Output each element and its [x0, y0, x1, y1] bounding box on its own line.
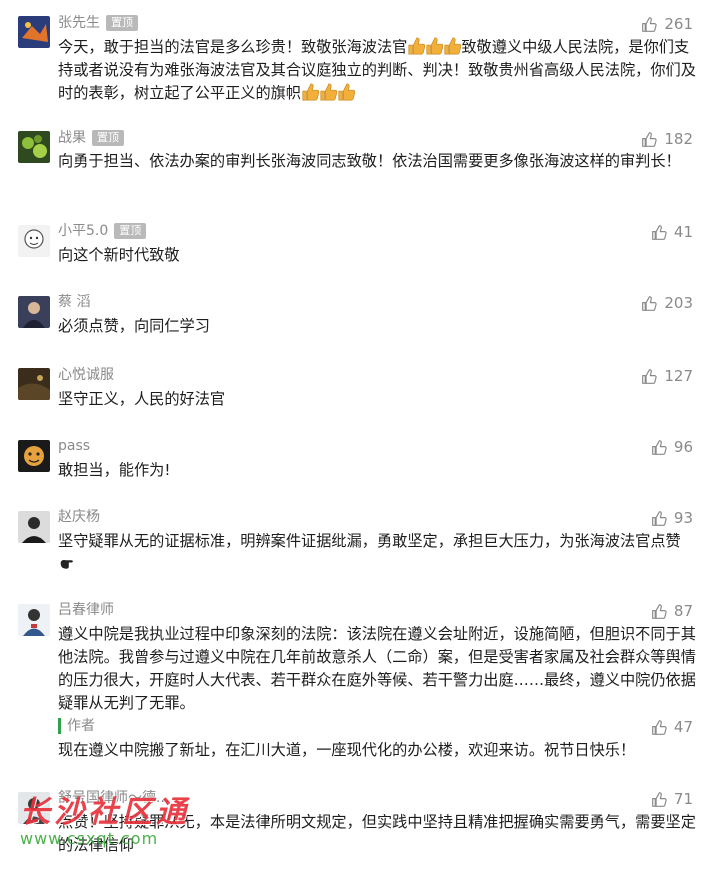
watermark-url: www.csxqt.com — [20, 829, 159, 848]
thumbs-up-emoji-icon — [302, 83, 319, 101]
thumbs-up-icon — [642, 368, 658, 384]
commenter-name-text: 小平5.0 — [58, 223, 109, 239]
comment-text-part: 坚守疑罪从无的证据标准，明辨案件证据纰漏，勇敢坚定，承担巨大压力，为张海波法官点… — [58, 532, 681, 550]
thumbs-up-icon — [652, 439, 667, 455]
commenter-name: 赵庆杨 — [58, 509, 100, 525]
commenter-name-text: 张先生 — [58, 15, 100, 31]
author-reply: 作者 现在遵义中院搬了新址，在汇川大道，一座现代化的办公楼，欢迎来访。祝节日快乐… — [58, 718, 698, 759]
thumbs-up-emoji-icon — [426, 37, 444, 55]
pinned-badge: 置顶 — [92, 130, 124, 146]
comment-text: 向这个新时代致敬 — [58, 246, 180, 264]
thumbs-up-icon — [642, 131, 658, 147]
comment-text: 今天，敢于担当的法官是多么珍贵！致敬张海波法官 致敬遵义中级人民法院，是你们支持或… — [58, 36, 698, 105]
commenter-name: 小平5.0 置顶 — [58, 222, 147, 240]
like-button[interactable]: 261 — [641, 15, 693, 33]
comment-text: 敢担当，能作为! — [58, 461, 171, 479]
like-count: 87 — [673, 602, 693, 620]
watermark-logo-text: 长沙社区通 — [20, 795, 190, 830]
thumbs-up-icon — [642, 295, 658, 311]
thumbs-up-icon — [652, 603, 667, 619]
avatar[interactable] — [18, 225, 50, 257]
like-count: 93 — [673, 509, 693, 527]
like-button[interactable]: 87 — [651, 602, 693, 620]
thumbs-up-icon — [652, 719, 667, 735]
author-reply-label: 作者 — [58, 718, 698, 734]
commenter-name: 蔡 滔 — [58, 294, 91, 310]
pinned-badge: 置顶 — [114, 223, 147, 239]
like-button[interactable]: 182 — [641, 130, 693, 148]
avatar[interactable] — [18, 440, 50, 472]
reply-text: 现在遵义中院搬了新址，在汇川大道，一座现代化的办公楼，欢迎来访。祝节日快乐！ — [58, 741, 636, 759]
avatar[interactable] — [18, 16, 50, 48]
comment-text: 遵义中院是我执业过程中印象深刻的法院：该法院在遵义会址附近，设施简陋，但胆识不同… — [58, 625, 696, 712]
commenter-name: pass — [58, 438, 91, 454]
comment-text: 向勇于担当、依法办案的审判长张海波同志致敬！依法治国需要更多像张海波这样的审判长… — [58, 152, 681, 170]
like-button[interactable]: 41 — [651, 223, 693, 241]
comment-text: 坚守疑罪从无的证据标准，明辨案件证据纰漏，勇敢坚定，承担巨大压力，为张海波法官点… — [58, 530, 698, 576]
like-count: 47 — [673, 718, 693, 736]
commenter-name: 心悦诚服 — [58, 367, 114, 383]
commenter-name: 吕春律师 — [58, 602, 114, 618]
like-button[interactable]: 96 — [651, 438, 693, 456]
pinned-badge: 置顶 — [106, 15, 138, 31]
site-watermark: 长沙社区通 www.csxqt.com — [20, 796, 190, 848]
comment-text: 必须点赞，向同仁学习 — [58, 317, 210, 335]
pointing-hand-emoji-icon — [60, 559, 73, 569]
thumbs-up-emoji-icon — [444, 37, 462, 55]
thumbs-up-emoji-group — [407, 37, 462, 56]
comment-text: 坚守正义，人民的好法官 — [58, 390, 226, 408]
like-count: 261 — [664, 15, 693, 33]
like-count: 127 — [664, 367, 693, 385]
thumbs-up-emoji-group — [301, 83, 355, 102]
thumbs-up-emoji-icon — [408, 37, 426, 55]
commenter-name: 战果 置顶 — [58, 129, 124, 147]
avatar[interactable] — [18, 296, 50, 328]
avatar[interactable] — [18, 604, 50, 636]
like-button[interactable]: 71 — [651, 790, 693, 808]
like-count: 203 — [664, 294, 693, 312]
thumbs-up-icon — [652, 224, 667, 240]
commenter-name-text: 战果 — [58, 130, 86, 146]
like-count: 41 — [673, 223, 693, 241]
like-button[interactable]: 93 — [651, 509, 693, 527]
thumbs-up-emoji-icon — [338, 83, 355, 101]
like-button[interactable]: 127 — [641, 367, 693, 385]
comment-text-part: 今天，敢于担当的法官是多么珍贵！致敬张海波法官 — [58, 38, 408, 56]
commenter-name: 张先生 置顶 — [58, 14, 138, 32]
thumbs-up-icon — [652, 791, 667, 807]
avatar[interactable] — [18, 511, 50, 543]
reply-like-button[interactable]: 47 — [651, 718, 693, 736]
like-count: 96 — [673, 438, 693, 456]
like-count: 182 — [664, 130, 693, 148]
like-button[interactable]: 203 — [641, 294, 693, 312]
thumbs-up-icon — [642, 16, 658, 32]
like-count: 71 — [673, 790, 693, 808]
avatar[interactable] — [18, 131, 50, 163]
avatar[interactable] — [18, 368, 50, 400]
thumbs-up-emoji-icon — [320, 83, 337, 101]
thumbs-up-icon — [652, 510, 667, 526]
